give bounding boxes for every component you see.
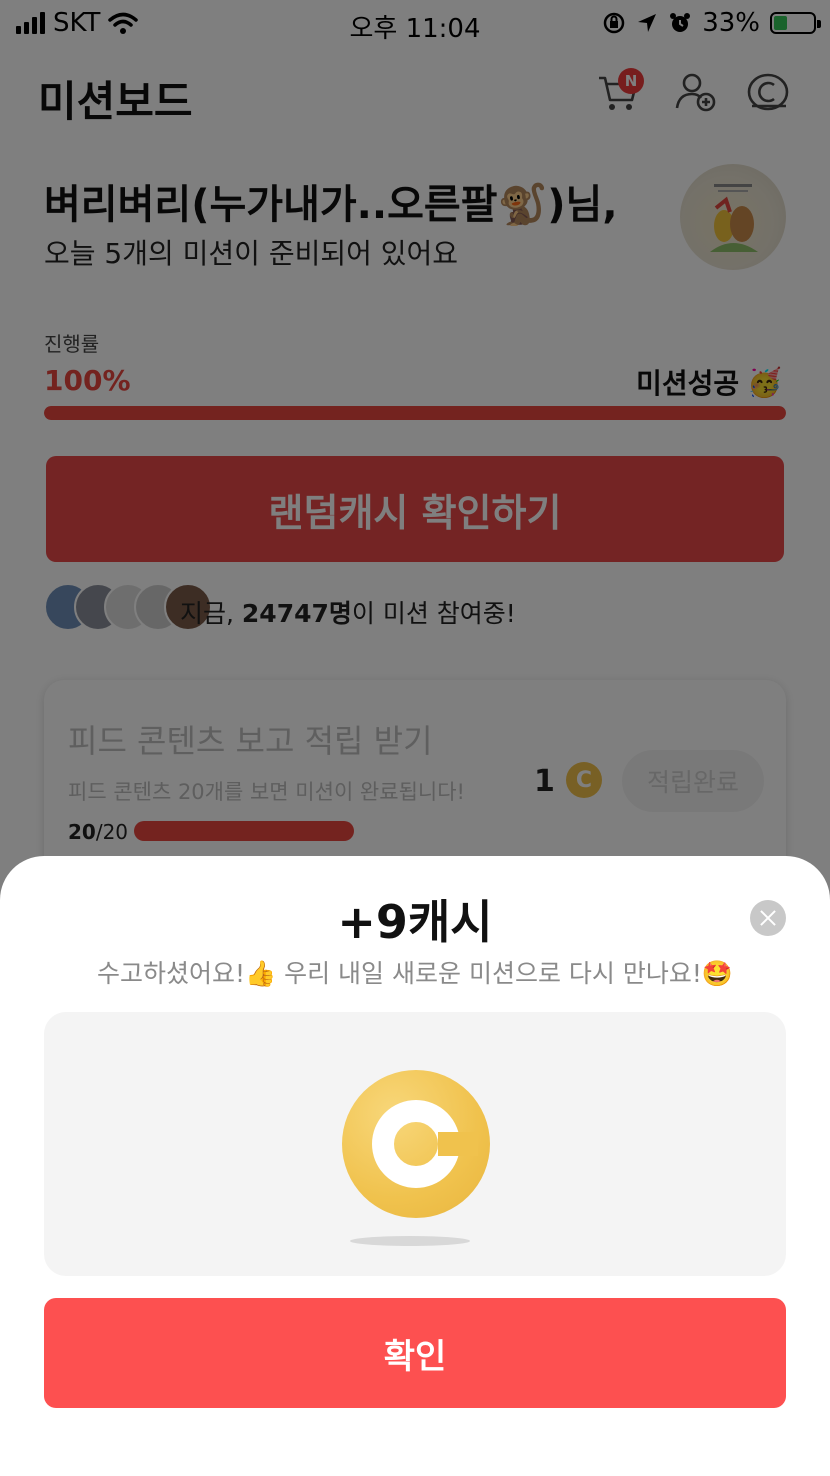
coin-icon xyxy=(342,1070,490,1218)
coin-display-box xyxy=(44,1012,786,1276)
reward-bottom-sheet: +9캐시 수고하셨어요!👍 우리 내일 새로운 미션으로 다시 만나요!🤩 확인 xyxy=(0,856,830,1476)
confirm-button[interactable]: 확인 xyxy=(44,1298,786,1408)
close-icon[interactable] xyxy=(750,900,786,936)
mission-board-screen: SKT 오후 11:04 33% xyxy=(0,0,830,1476)
reward-message: 수고하셨어요!👍 우리 내일 새로운 미션으로 다시 만나요!🤩 xyxy=(97,959,733,988)
reward-title: +9캐시 xyxy=(337,895,493,949)
coin-shadow xyxy=(350,1236,470,1246)
